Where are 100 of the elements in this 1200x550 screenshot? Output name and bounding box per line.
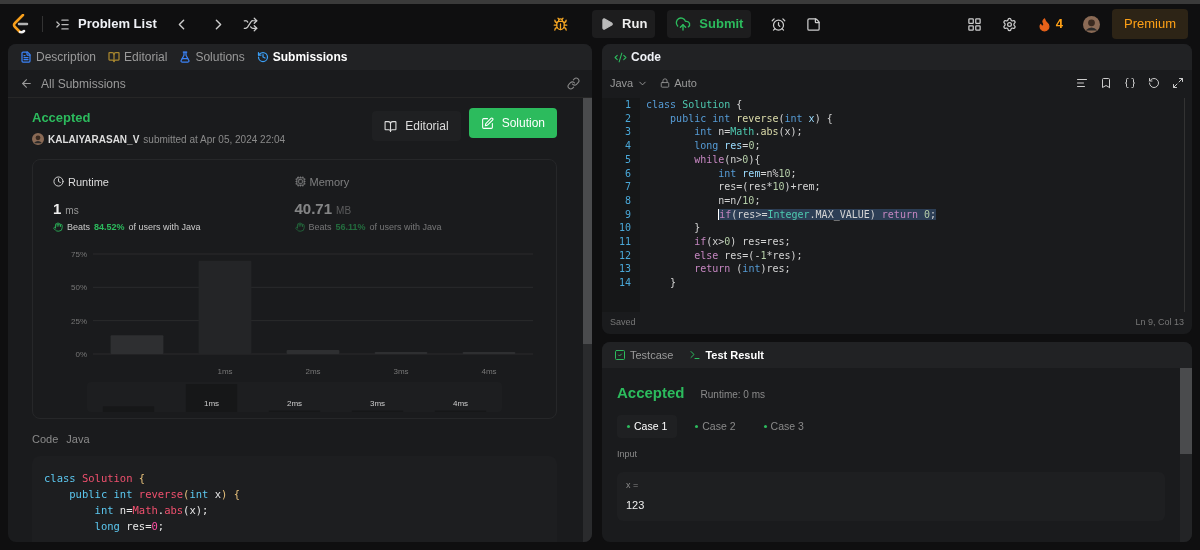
code-line: long res=0; — [93, 518, 166, 534]
alarm-clock-icon[interactable] — [771, 16, 787, 32]
metric-value: 40.71 — [294, 199, 333, 219]
code-line: n=n/10; — [717, 193, 762, 208]
tab-icon — [689, 349, 702, 361]
code-line: } — [693, 221, 702, 236]
grid-icon[interactable] — [966, 16, 982, 32]
tab-icon — [108, 51, 121, 63]
code-line: class Solution { — [646, 98, 744, 112]
language-label: Java — [66, 432, 90, 447]
premium-button[interactable]: Premium — [1112, 9, 1188, 39]
auto-mode[interactable]: Auto — [660, 74, 697, 92]
avatar-icon — [32, 133, 44, 145]
list-icon — [55, 16, 70, 32]
case-tab[interactable]: Case 2 — [685, 414, 746, 439]
metric-card[interactable]: Runtime 1 ms Beats 84.52% of users with Java — [53, 173, 295, 234]
y-tick-label: 25% — [71, 316, 87, 326]
code-label: Code — [32, 432, 59, 447]
code-line: int n=Math.abs(x); — [93, 502, 210, 518]
language-dropdown[interactable]: Java — [610, 74, 649, 92]
line-number: 10 — [618, 221, 631, 236]
panel-tab[interactable]: Editorial — [108, 48, 168, 66]
panel-tab[interactable]: Testcase — [614, 346, 674, 364]
code-line: int n=Math.abs(x); — [693, 125, 804, 140]
status-text: Accepted — [32, 109, 92, 127]
username-link[interactable]: KALAIYARASAN_V — [48, 131, 140, 147]
range-label: 3ms — [369, 398, 386, 410]
line-number: 3 — [624, 125, 631, 140]
shuffle-icon[interactable] — [242, 16, 258, 32]
metric-value: 1 — [53, 199, 62, 219]
panel-tab[interactable]: Solutions — [179, 48, 245, 66]
x-tick-label: 3ms — [393, 367, 409, 376]
back-arrow-icon — [20, 77, 33, 90]
editorial-button[interactable]: Editorial — [372, 111, 461, 141]
clap-icon — [294, 222, 305, 233]
back-link[interactable]: All Submissions — [20, 74, 126, 93]
submit-button[interactable]: Submit — [667, 10, 752, 38]
case-tab[interactable]: Case 1 — [617, 414, 678, 439]
scrollbar-thumb[interactable] — [583, 98, 592, 344]
scrollbar-thumb[interactable] — [1180, 368, 1192, 454]
panel-tab[interactable]: Submissions — [256, 48, 348, 66]
book-icon — [384, 119, 398, 133]
settings-icon[interactable] — [1001, 16, 1017, 32]
bookmark-icon[interactable] — [1100, 77, 1112, 89]
code-line: while(n>0){ — [693, 152, 762, 167]
expand-icon[interactable] — [1172, 77, 1184, 89]
lock-icon — [660, 78, 671, 88]
tab-icon — [20, 51, 32, 63]
y-tick-label: 0% — [75, 350, 87, 359]
metric-unit: ms — [65, 204, 79, 218]
panel-tab[interactable]: Test Result — [689, 346, 764, 364]
line-number: 5 — [624, 152, 631, 167]
line-number: 11 — [618, 235, 631, 249]
problem-list-button[interactable]: Problem List — [55, 14, 157, 34]
cursor-position: Ln 9, Col 13 — [1135, 316, 1184, 330]
line-number: 6 — [624, 166, 631, 181]
line-number: 13 — [618, 262, 631, 277]
code-line: } — [669, 276, 678, 290]
run-button[interactable]: Run — [592, 10, 656, 38]
submitted-date: submitted at Apr 05, 2024 22:04 — [143, 132, 286, 147]
flame-icon — [1036, 16, 1052, 32]
tab-icon — [179, 51, 192, 63]
line-number: 9 — [624, 207, 631, 222]
line-number: 7 — [624, 180, 631, 194]
y-tick-label: 75% — [71, 250, 87, 259]
code-line: public int reverse(int x) { — [669, 111, 834, 126]
streak-counter[interactable]: 4 — [1036, 14, 1063, 34]
metric-unit: MB — [336, 204, 352, 218]
format-icon[interactable] — [1076, 77, 1088, 89]
range-label: 1ms — [203, 398, 220, 410]
range-label: 4ms — [452, 398, 469, 410]
y-tick-label: 50% — [71, 283, 87, 293]
metric-label: Memory — [294, 173, 536, 190]
reset-icon[interactable] — [1148, 77, 1160, 89]
play-icon — [600, 17, 615, 31]
code-line: long res=0; — [693, 139, 762, 153]
bug-icon[interactable] — [553, 16, 569, 32]
case-tab[interactable]: Case 3 — [753, 414, 814, 439]
runtime-text: Runtime: 0 ms — [700, 388, 765, 402]
code-line: if(x>0) res=res; — [693, 235, 792, 249]
code-line: class Solution { — [44, 470, 147, 486]
code-line: return (int)res; — [693, 262, 792, 277]
panel-title: Code — [614, 48, 661, 66]
avatar-icon — [1083, 15, 1100, 33]
metric-label: Runtime — [53, 173, 295, 190]
link-icon[interactable] — [567, 77, 580, 90]
braces-icon[interactable] — [1124, 77, 1136, 89]
metric-icon — [53, 176, 64, 188]
variable-value: 123 — [626, 498, 646, 514]
line-number: 1 — [624, 98, 631, 112]
input-label: Input — [617, 448, 639, 462]
logo-icon[interactable] — [12, 14, 30, 34]
range-label: 2ms — [286, 398, 303, 410]
note-icon[interactable] — [806, 16, 822, 32]
code-line: int rem=n%10; — [717, 166, 798, 181]
tab-icon — [256, 51, 269, 63]
beats-text: Beats — [67, 220, 90, 234]
edit-icon — [480, 116, 494, 130]
tab-icon — [614, 349, 626, 361]
panel-tab[interactable]: Description — [20, 48, 97, 66]
